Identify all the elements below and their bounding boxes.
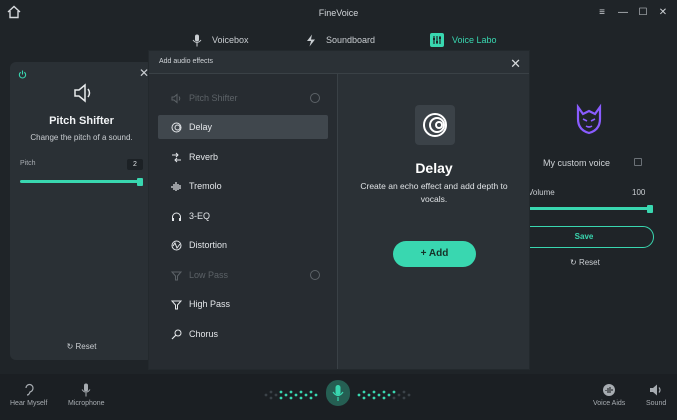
hear-myself-label: Hear Myself <box>10 400 48 407</box>
effect-item-distortion[interactable]: Distortion <box>158 233 328 257</box>
detail-description: Create an echo effect and add depth to v… <box>360 181 508 204</box>
effect-label: Delay <box>189 122 213 132</box>
menu-icon[interactable]: ≡ <box>595 6 609 20</box>
effect-item-3-eq[interactable]: 3-EQ <box>158 204 328 228</box>
dialog-title: Add audio effects <box>159 58 213 65</box>
pitch-slider-thumb[interactable] <box>137 177 143 186</box>
mic-toggle-button[interactable] <box>332 384 344 402</box>
tab-voice-labo[interactable]: Voice Labo <box>430 32 497 48</box>
tab-label: Soundboard <box>326 35 376 45</box>
effect-item-pitch-shifter[interactable]: Pitch Shifter <box>158 86 328 110</box>
effect-card-pitch-shifter: ✕ Pitch Shifter Change the pitch of a so… <box>10 62 153 360</box>
delay-icon <box>169 122 183 133</box>
effect-label: Distortion <box>189 240 228 250</box>
save-button[interactable]: Save <box>514 226 654 248</box>
effect-label: Chorus <box>189 329 219 339</box>
pitch-label: Pitch <box>20 160 36 167</box>
effect-label: Low Pass <box>189 270 229 280</box>
detail-title: Delay <box>415 160 453 176</box>
effect-title: Pitch Shifter <box>49 115 114 127</box>
added-indicator-icon <box>310 93 320 103</box>
main-tabs: Voicebox Soundboard Voice Labo <box>0 26 677 54</box>
microphone-icon <box>190 33 204 47</box>
effect-label: 3-EQ <box>189 211 211 221</box>
effect-item-reverb[interactable]: Reverb <box>158 145 328 169</box>
app-title: FineVoice <box>318 8 359 18</box>
close-icon[interactable]: ✕ <box>510 56 521 72</box>
maximize-button[interactable]: ☐ <box>636 6 650 20</box>
reset-button[interactable]: ↻ Reset <box>10 342 153 351</box>
tab-soundboard[interactable]: Soundboard <box>304 32 375 48</box>
power-icon[interactable] <box>18 70 27 79</box>
minimize-button[interactable]: — <box>616 6 630 20</box>
effect-item-low-pass[interactable]: Low Pass <box>158 263 328 287</box>
title-bar: FineVoice ≡ — ☐ ✕ <box>0 0 677 26</box>
volume-label: Volume <box>528 188 555 197</box>
speaker-icon <box>650 384 661 396</box>
effect-label: Reverb <box>189 152 219 162</box>
microphone-icon <box>81 383 91 397</box>
low-pass-icon <box>169 270 183 281</box>
equalizer-icon <box>430 33 444 47</box>
close-icon[interactable]: ✕ <box>139 66 149 80</box>
close-button[interactable]: ✕ <box>656 6 670 20</box>
add-effect-button[interactable]: + Add <box>393 241 476 267</box>
effect-item-tremolo[interactable]: Tremolo <box>158 174 328 198</box>
chorus-icon <box>169 329 183 340</box>
bottom-bar: Hear Myself Microphone Voice Aids Sound <box>0 374 677 420</box>
output-level-meter <box>357 390 411 400</box>
speaker-icon <box>169 92 183 104</box>
speaker-icon <box>74 83 91 103</box>
effect-item-high-pass[interactable]: High Pass <box>158 292 328 316</box>
sound-button[interactable]: Sound <box>646 383 666 407</box>
pitch-slider-track[interactable] <box>20 180 140 183</box>
effects-list: Pitch Shifter Delay Reverb Tremolo 3-EQ … <box>149 74 337 369</box>
volume-slider-thumb[interactable] <box>647 204 653 213</box>
effect-item-delay[interactable]: Delay <box>158 115 328 139</box>
hear-myself-button[interactable]: Hear Myself <box>10 383 47 407</box>
edit-name-icon[interactable] <box>634 158 642 166</box>
effect-label: Tremolo <box>189 181 222 191</box>
microphone-button[interactable]: Microphone <box>68 383 105 407</box>
effect-detail: Delay Create an echo effect and add dept… <box>337 74 529 369</box>
lightning-icon <box>304 33 318 47</box>
voice-aids-button[interactable]: Voice Aids <box>593 383 625 407</box>
added-indicator-icon <box>310 270 320 280</box>
voice-aids-icon <box>603 384 616 396</box>
custom-voice-name: My custom voice <box>543 158 611 168</box>
delay-icon <box>415 105 455 145</box>
dialog-header: Add audio effects ✕ <box>149 51 529 73</box>
tremolo-icon <box>169 181 183 192</box>
reset-icon: ↻ <box>66 342 76 351</box>
pitch-value[interactable]: 2 <box>127 159 143 170</box>
effect-description: Change the pitch of a sound. <box>30 133 133 142</box>
effect-item-chorus[interactable]: Chorus <box>158 322 328 346</box>
distortion-icon <box>169 240 183 251</box>
effect-label: Pitch Shifter <box>189 93 238 103</box>
effect-label: High Pass <box>189 299 231 309</box>
reset-label: Reset <box>75 342 97 351</box>
custom-voice-icon <box>576 103 602 135</box>
add-audio-effects-dialog: Add audio effects ✕ Pitch Shifter Delay … <box>149 51 529 369</box>
headphones-icon <box>169 211 183 222</box>
tab-label: Voicebox <box>212 35 249 45</box>
reset-voice-button[interactable]: ↻ Reset <box>570 258 600 267</box>
volume-slider-track[interactable] <box>528 207 652 210</box>
high-pass-icon <box>169 299 183 310</box>
sound-label: Sound <box>646 400 667 407</box>
volume-value: 100 <box>632 188 646 197</box>
tab-label: Voice Labo <box>452 35 497 45</box>
reset-label: Reset <box>578 258 600 267</box>
reverb-icon <box>169 152 183 163</box>
reset-icon: ↻ <box>570 258 579 267</box>
ear-icon <box>25 383 34 396</box>
tab-voicebox[interactable]: Voicebox <box>190 32 249 48</box>
microphone-label: Microphone <box>68 400 105 407</box>
voice-aids-label: Voice Aids <box>593 400 626 407</box>
input-level-meter <box>264 390 318 400</box>
